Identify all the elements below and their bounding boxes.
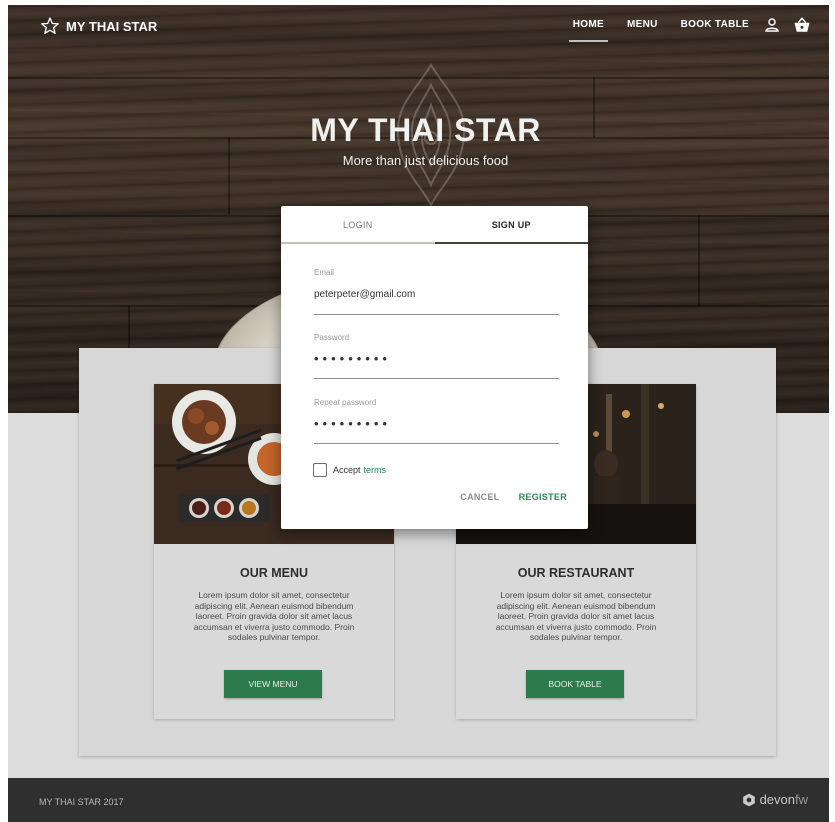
- logo-text-strong: devon: [759, 792, 795, 807]
- cancel-button[interactable]: CANCEL: [460, 492, 499, 502]
- card-description: Lorem ipsum dolor sit amet, consectetur …: [495, 590, 657, 642]
- user-icon[interactable]: [763, 16, 781, 34]
- email-value: peterpeter@gmail.com: [314, 289, 416, 300]
- card-description: Lorem ipsum dolor sit amet, consectetur …: [193, 590, 355, 642]
- email-underline: [314, 314, 559, 315]
- view-menu-button[interactable]: VIEW MENU: [224, 670, 322, 698]
- dialog-actions: CANCEL REGISTER: [460, 492, 567, 502]
- accept-terms-checkbox[interactable]: [313, 463, 327, 477]
- tab-indicator-active: [434, 242, 588, 244]
- terms-link[interactable]: terms: [364, 465, 387, 475]
- star-icon: [41, 17, 59, 34]
- password-underline: [314, 378, 559, 379]
- tab-login-label: LOGIN: [342, 219, 373, 230]
- password-label: Password: [314, 333, 350, 342]
- repeat-password-value: •••••••••: [314, 416, 391, 431]
- password-field[interactable]: Password •••••••••: [314, 333, 559, 379]
- email-label: Email: [314, 268, 335, 277]
- repeat-password-underline: [314, 443, 559, 444]
- nav-home[interactable]: HOME: [568, 19, 609, 42]
- basket-icon[interactable]: [793, 16, 811, 34]
- footer-copyright: MY THAI STAR 2017: [39, 797, 124, 807]
- repeat-password-label: Repeat password: [314, 398, 377, 407]
- auth-tabs: LOGIN SIGN UP: [281, 206, 588, 244]
- card-title: OUR RESTAURANT: [517, 566, 635, 580]
- nav-book-table[interactable]: BOOK TABLE: [681, 19, 749, 30]
- repeat-password-field[interactable]: Repeat password •••••••••: [314, 398, 559, 444]
- card-title: OUR MENU: [239, 566, 309, 580]
- hero-subtitle: More than just delicious food: [342, 153, 509, 168]
- accept-terms-row: Accept terms: [313, 463, 386, 477]
- devonfw-icon: [742, 793, 755, 806]
- tab-login[interactable]: LOGIN: [281, 206, 435, 244]
- devonfw-logo: devonfw: [742, 792, 808, 807]
- nav-links: HOME MENU BOOK TABLE: [568, 19, 749, 42]
- footer: MY THAI STAR 2017 devonfw: [8, 778, 829, 822]
- tab-signup-label: SIGN UP: [491, 219, 531, 230]
- accept-label: Accept: [333, 465, 361, 475]
- tab-indicator-dim: [281, 242, 435, 244]
- logo-text-light: fw: [795, 792, 808, 807]
- password-value: •••••••••: [314, 351, 391, 366]
- brand-name: MY THAI STAR: [66, 18, 158, 34]
- email-field[interactable]: Email peterpeter@gmail.com: [314, 268, 559, 315]
- signup-dialog: LOGIN SIGN UP Email peterpeter@gmail.com…: [281, 206, 588, 529]
- top-navbar: MY THAI STAR HOME MENU BOOK TABLE: [8, 5, 829, 47]
- register-button[interactable]: REGISTER: [519, 492, 567, 502]
- brand-logo[interactable]: MY THAI STAR: [40, 16, 157, 36]
- nav-menu[interactable]: MENU: [627, 19, 658, 30]
- book-table-button[interactable]: BOOK TABLE: [526, 670, 624, 698]
- tab-signup[interactable]: SIGN UP: [434, 206, 588, 244]
- hero-title: MY THAI STAR: [310, 112, 541, 148]
